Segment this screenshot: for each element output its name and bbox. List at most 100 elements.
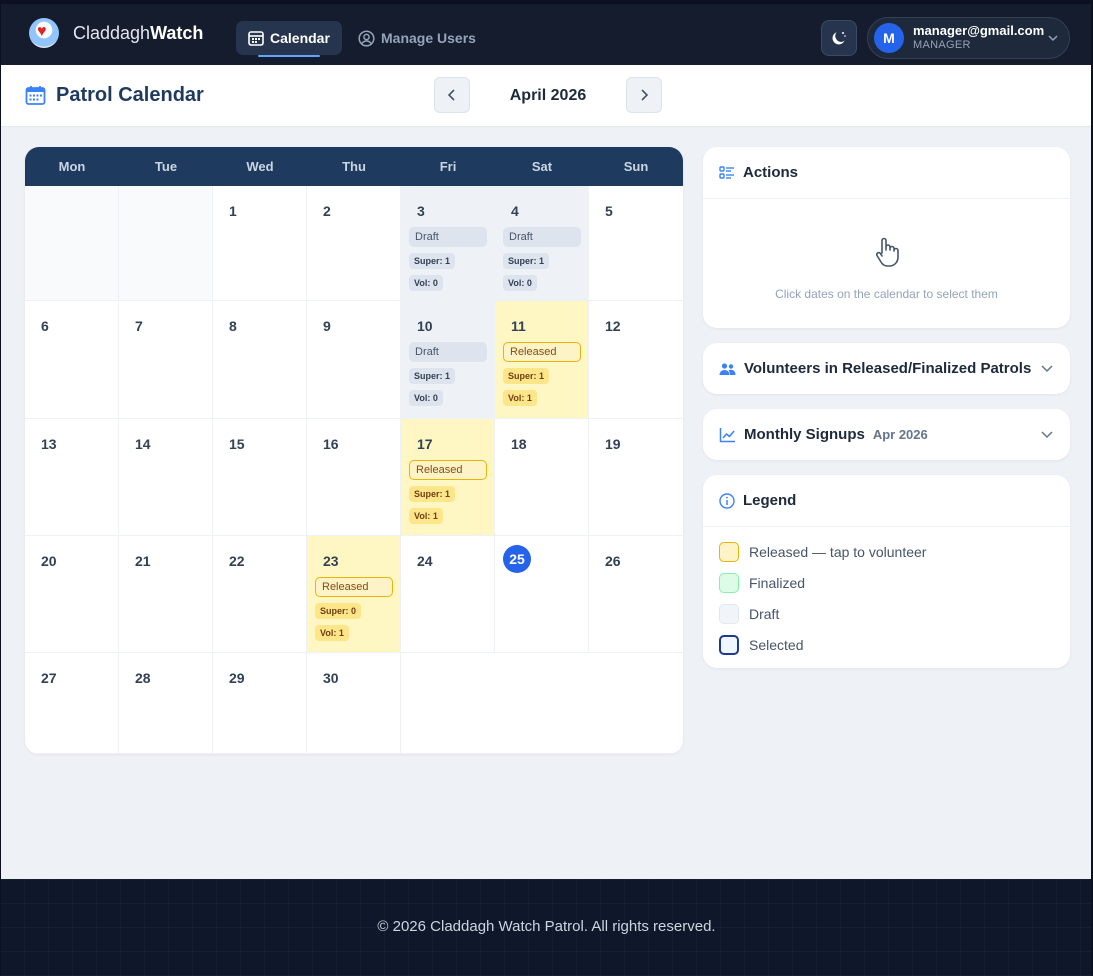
calendar-day-cell[interactable]: 6 bbox=[25, 301, 119, 419]
day-number: 17 bbox=[417, 436, 433, 452]
calendar-day-cell[interactable]: 7 bbox=[119, 301, 213, 419]
footer: © 2026 Claddagh Watch Patrol. All rights… bbox=[0, 879, 1093, 976]
legend-label: Finalized bbox=[749, 574, 806, 591]
day-number: 9 bbox=[323, 318, 331, 334]
user-email: manager@gmail.com bbox=[913, 23, 1045, 38]
day-number: 5 bbox=[605, 203, 613, 219]
legend-swatch bbox=[719, 572, 739, 593]
prev-month-button[interactable] bbox=[434, 77, 470, 113]
day-number: 21 bbox=[135, 553, 151, 569]
volunteer-count: Vol: 1 bbox=[409, 508, 443, 524]
calendar-day-cell[interactable]: 27 bbox=[25, 653, 119, 754]
calendar-day-cell[interactable]: 22 bbox=[213, 536, 307, 653]
day-number: 26 bbox=[605, 553, 621, 569]
volunteers-title: Volunteers in Released/Finalized Patrols bbox=[744, 360, 1032, 377]
page-title: Patrol Calendar bbox=[25, 84, 204, 107]
theme-toggle-button[interactable] bbox=[821, 20, 857, 56]
calendar-day-cell[interactable]: 11 Released Super: 1 Vol: 1 bbox=[495, 301, 589, 419]
day-number: 2 bbox=[323, 203, 331, 219]
volunteer-count: Vol: 0 bbox=[503, 275, 537, 291]
calendar-day-cell[interactable]: 15 bbox=[213, 419, 307, 536]
calendar-day-cell[interactable]: 1 bbox=[213, 186, 307, 301]
calendar-day-cell[interactable]: 19 bbox=[589, 419, 683, 536]
supervisor-count: Super: 1 bbox=[409, 368, 456, 384]
user-menu[interactable]: M manager@gmail.com MANAGER bbox=[867, 17, 1070, 59]
calendar-day-cell[interactable]: 3 Draft Super: 1 Vol: 0 bbox=[401, 186, 495, 301]
monthly-signups-month: Apr 2026 bbox=[872, 427, 928, 442]
legend-item: Draft bbox=[703, 598, 1070, 629]
patrol-status-badge: Draft bbox=[409, 342, 487, 362]
nav-tab-calendar[interactable]: Calendar bbox=[236, 21, 342, 57]
legend-list: Released — tap to volunteer Finalized Draf… bbox=[703, 527, 1070, 660]
calendar-day-cell[interactable]: 26 bbox=[589, 536, 683, 653]
calendar-day-cell[interactable]: 10 Draft Super: 1 Vol: 0 bbox=[401, 301, 495, 419]
calendar-day-cell[interactable]: 29 bbox=[213, 653, 307, 754]
legend-item: Selected bbox=[703, 629, 1070, 660]
day-number: 16 bbox=[323, 436, 339, 452]
calendar-day-cell[interactable]: 2 bbox=[307, 186, 401, 301]
volunteer-count: Vol: 0 bbox=[409, 275, 443, 291]
top-navbar: CladdaghWatch Calendar Manage Users M ma… bbox=[0, 0, 1093, 65]
weekday-label: Fri bbox=[439, 159, 457, 174]
calendar-day-cell[interactable]: 8 bbox=[213, 301, 307, 419]
nav-tab-label: Manage Users bbox=[381, 30, 476, 46]
list-checks-icon bbox=[719, 165, 734, 179]
calendar-empty-cell bbox=[401, 653, 495, 754]
window-edge bbox=[0, 0, 1, 976]
monthly-signups-title: Monthly Signups bbox=[744, 426, 865, 443]
claddagh-logo bbox=[29, 18, 59, 48]
day-number: 10 bbox=[417, 318, 433, 334]
monthly-signups-panel[interactable]: Monthly Signups Apr 2026 bbox=[703, 409, 1070, 460]
calendar-empty-cell bbox=[119, 186, 213, 301]
calendar-day-cell[interactable]: 14 bbox=[119, 419, 213, 536]
day-number: 23 bbox=[323, 553, 339, 569]
calendar-day-cell[interactable]: 12 bbox=[589, 301, 683, 419]
next-month-button[interactable] bbox=[626, 77, 662, 113]
day-number: 4 bbox=[511, 203, 519, 219]
calendar-day-cell[interactable]: 5 bbox=[589, 186, 683, 301]
calendar-day-cell[interactable]: 25 bbox=[495, 536, 589, 653]
calendar-day-cell[interactable]: 16 bbox=[307, 419, 401, 536]
day-number: 12 bbox=[605, 318, 621, 334]
calendar-icon bbox=[25, 86, 46, 105]
calendar-day-cell[interactable]: 30 bbox=[307, 653, 401, 754]
calendar-day-cell[interactable]: 4 Draft Super: 1 Vol: 0 bbox=[495, 186, 589, 301]
calendar-grid: 1 2 3 Draft Super: 1 Vol: 0 4 Draft Super: 1 Vol:… bbox=[25, 186, 683, 754]
calendar-day-cell[interactable]: 23 Released Super: 0 Vol: 1 bbox=[307, 536, 401, 653]
calendar-day-cell[interactable]: 24 bbox=[401, 536, 495, 653]
volunteers-panel[interactable]: Volunteers in Released/Finalized Patrols bbox=[703, 343, 1070, 394]
legend-panel: Legend Released — tap to volunteer Finali… bbox=[703, 475, 1070, 668]
legend-label: Selected bbox=[749, 636, 804, 653]
calendar-day-cell[interactable]: 20 bbox=[25, 536, 119, 653]
chevron-down-icon bbox=[1041, 431, 1053, 439]
calendar-day-cell[interactable]: 21 bbox=[119, 536, 213, 653]
calendar-day-cell[interactable]: 9 bbox=[307, 301, 401, 419]
day-number: 28 bbox=[135, 670, 151, 686]
calendar-day-cell[interactable]: 28 bbox=[119, 653, 213, 754]
legend-swatch bbox=[719, 541, 739, 562]
nav-tab-manage-users[interactable]: Manage Users bbox=[346, 21, 488, 55]
patrol-status-badge: Released bbox=[503, 342, 581, 362]
monthly-signups-header[interactable]: Monthly Signups Apr 2026 bbox=[703, 409, 1070, 460]
weekday-label: Wed bbox=[246, 159, 274, 174]
calendar-day-cell[interactable]: 18 bbox=[495, 419, 589, 536]
calendar-day-cell[interactable]: 13 bbox=[25, 419, 119, 536]
day-number: 15 bbox=[229, 436, 245, 452]
avatar: M bbox=[874, 23, 904, 53]
calendar-empty-cell bbox=[589, 653, 683, 754]
chevron-left-icon bbox=[447, 89, 455, 101]
weekday-label: Mon bbox=[58, 159, 86, 174]
calendar-empty-cell bbox=[25, 186, 119, 301]
day-number: 1 bbox=[229, 203, 237, 219]
patrol-status-badge: Draft bbox=[503, 227, 581, 247]
legend-swatch bbox=[719, 603, 739, 624]
actions-hint: Click dates on the calendar to select th… bbox=[775, 287, 998, 301]
page-header: Patrol Calendar April 2026 bbox=[0, 65, 1093, 127]
volunteers-header[interactable]: Volunteers in Released/Finalized Patrols bbox=[703, 343, 1070, 394]
day-number: 18 bbox=[511, 436, 527, 452]
day-number: 24 bbox=[417, 553, 433, 569]
brand[interactable]: CladdaghWatch bbox=[29, 18, 203, 48]
supervisor-count: Super: 0 bbox=[315, 603, 362, 619]
calendar-day-cell[interactable]: 17 Released Super: 1 Vol: 1 bbox=[401, 419, 495, 536]
day-number: 20 bbox=[41, 553, 57, 569]
